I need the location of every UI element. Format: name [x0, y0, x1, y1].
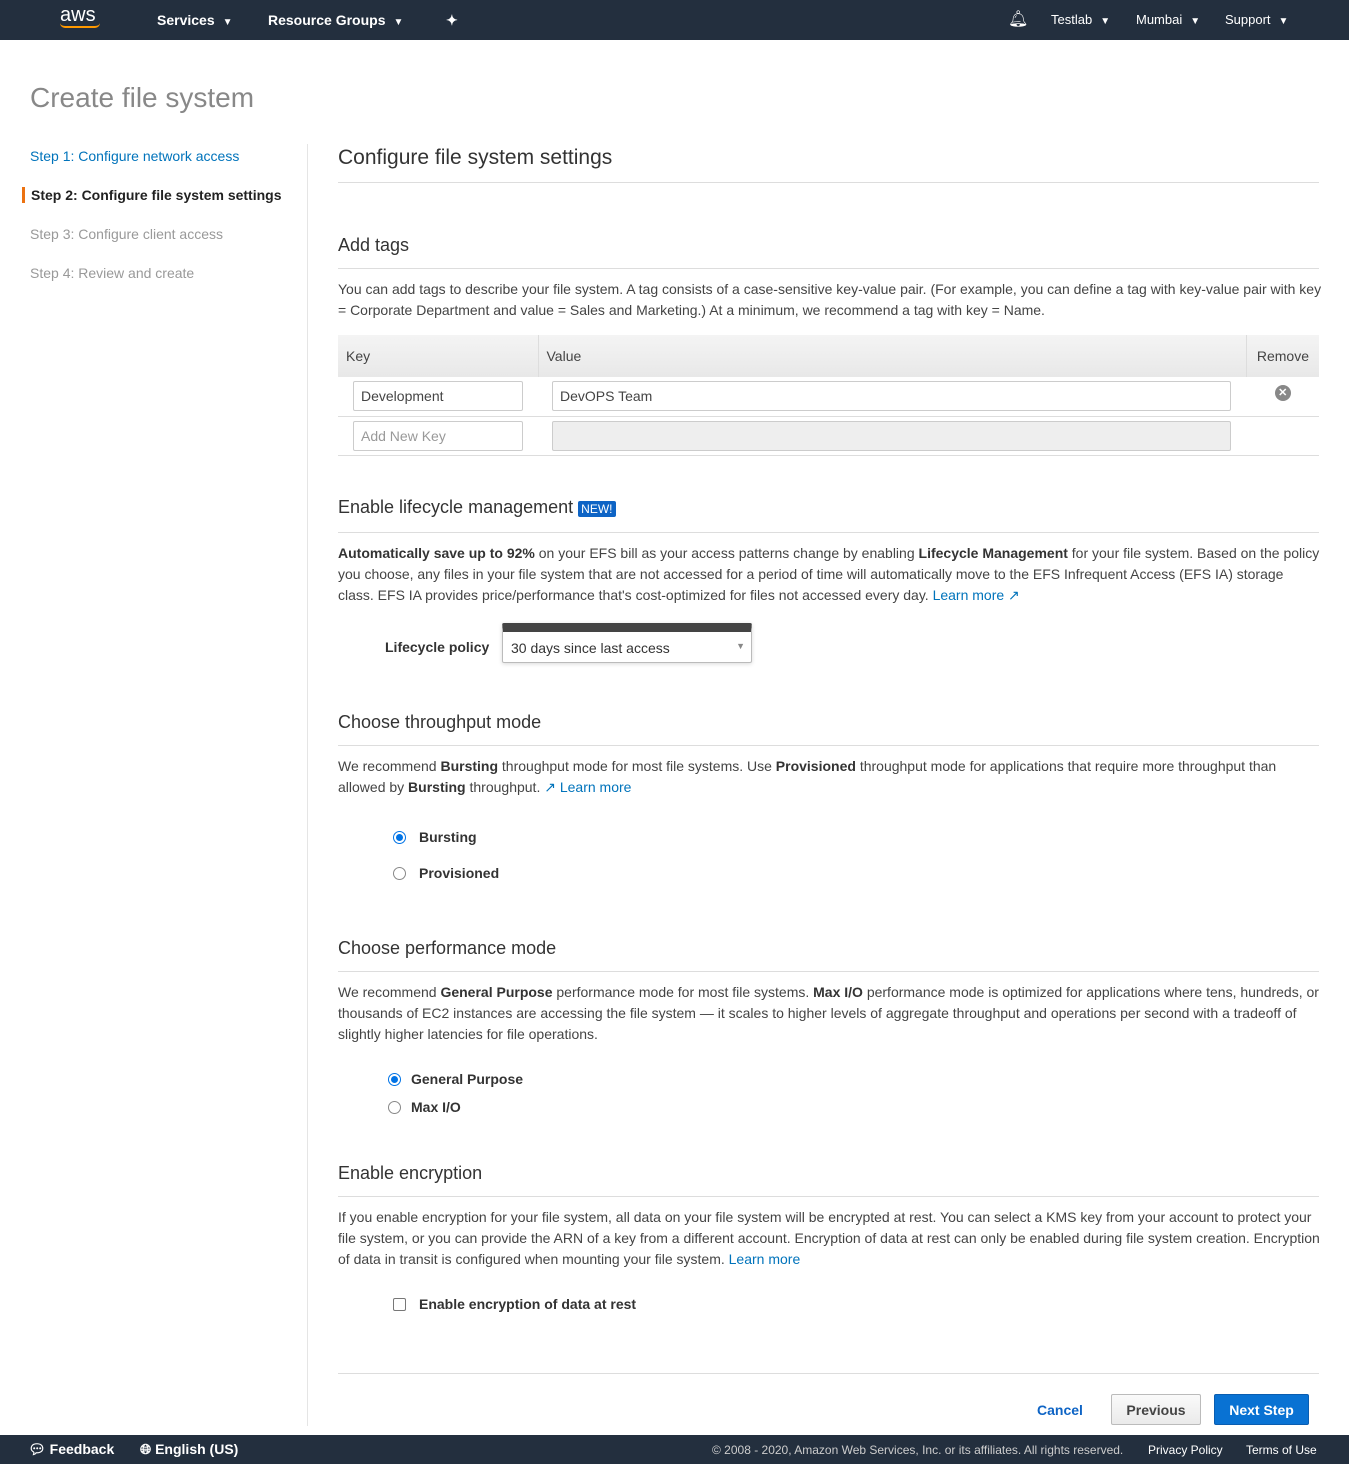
key-header: Key: [338, 335, 539, 377]
lifecycle-policy-select[interactable]: 30 days since last access ▼: [502, 623, 752, 663]
new-value-input-disabled: [552, 420, 1232, 451]
performance-title: Choose performance mode: [338, 938, 557, 958]
learn-more-link[interactable]: Learn more: [729, 1251, 801, 1267]
cancel-button[interactable]: Cancel: [1030, 1394, 1090, 1425]
aws-logo-text: aws: [60, 4, 96, 26]
tags-description: You can add tags to describe your file s…: [338, 281, 1322, 318]
divider: [338, 745, 1319, 746]
step-2-active: Step 2: Configure file system settings: [22, 187, 282, 203]
lifecycle-policy-value: 30 days since last access: [511, 640, 670, 656]
dropdown-arrow-icon: ▼: [736, 641, 745, 651]
throughput-description: We recommend Bursting throughput mode fo…: [338, 758, 1277, 795]
encryption-description: If you enable encryption for your file s…: [338, 1209, 1320, 1267]
pin-icon[interactable]: ✦: [446, 12, 458, 29]
max-io-radio[interactable]: Max I/O: [388, 1099, 461, 1115]
chevron-down-icon: ▼: [393, 17, 404, 28]
account-menu[interactable]: Testlab ▼: [1051, 12, 1110, 27]
support-label: Support: [1225, 12, 1271, 27]
divider: [338, 182, 1319, 183]
chevron-down-icon: ▼: [1100, 16, 1111, 27]
new-badge: NEW!: [578, 501, 616, 517]
encryption-checkbox[interactable]: Enable encryption of data at rest: [393, 1296, 636, 1312]
feedback-button[interactable]: 💬︎ Feedback: [28, 1441, 114, 1458]
step-4: Step 4: Review and create: [30, 265, 195, 281]
next-step-button[interactable]: Next Step: [1214, 1394, 1309, 1425]
learn-more-link[interactable]: Learn more: [560, 779, 632, 795]
divider: [338, 971, 1319, 972]
checkbox-label: Enable encryption of data at rest: [419, 1296, 637, 1312]
external-link-icon: ↗: [1004, 587, 1020, 603]
chevron-down-icon: ▼: [1190, 16, 1201, 27]
new-key-input[interactable]: Add New Key: [353, 420, 523, 451]
lifecycle-policy-label: Lifecycle policy: [385, 639, 490, 655]
radio-label: Bursting: [419, 829, 477, 845]
region-label: Mumbai: [1136, 12, 1183, 27]
services-label: Services: [157, 12, 215, 28]
performance-description: We recommend General Purpose performance…: [338, 984, 1319, 1042]
account-label: Testlab: [1051, 12, 1093, 27]
radio-label: Provisioned: [419, 865, 500, 881]
chevron-down-icon: ▼: [222, 17, 233, 28]
tags-table: Key Value Remove Development DevOPS Team ✕ A…: [338, 335, 1319, 456]
globe-icon: 🌐︎: [140, 1441, 152, 1457]
external-link-icon: ↗: [544, 779, 560, 795]
remove-tag-icon[interactable]: ✕: [1274, 385, 1291, 401]
radio-unselected[interactable]: [388, 1100, 401, 1114]
privacy-policy-link[interactable]: Privacy Policy: [1148, 1443, 1223, 1457]
footer: 💬︎ Feedback 🌐︎ English (US) © 2008 - 202…: [0, 1435, 1349, 1464]
radio-unselected[interactable]: [393, 866, 406, 880]
checkbox[interactable]: [393, 1297, 406, 1311]
step-3: Step 3: Configure client access: [30, 226, 223, 242]
bold-text: Automatically save up to 92%: [338, 545, 535, 561]
general-purpose-radio[interactable]: General Purpose: [388, 1071, 523, 1087]
radio-selected[interactable]: [393, 830, 406, 844]
language-selector[interactable]: 🌐︎ English (US): [140, 1441, 238, 1458]
remove-header: Remove: [1246, 335, 1319, 377]
table-row: Add New Key: [338, 416, 1319, 456]
lifecycle-title-text: Enable lifecycle management: [338, 497, 574, 517]
lifecycle-description: Automatically save up to 92% on your EFS…: [338, 543, 1323, 606]
radio-label: Max I/O: [411, 1099, 461, 1115]
resource-groups-menu[interactable]: Resource Groups ▼: [268, 12, 403, 28]
learn-more-link[interactable]: Learn more: [933, 587, 1005, 603]
speech-bubble-icon: 💬︎: [28, 1441, 46, 1457]
radio-label: General Purpose: [411, 1071, 524, 1087]
tags-title: Add tags: [338, 235, 410, 255]
radio-selected[interactable]: [388, 1072, 401, 1086]
resource-groups-label: Resource Groups: [268, 12, 386, 28]
previous-button[interactable]: Previous: [1111, 1394, 1201, 1425]
encryption-title: Enable encryption: [338, 1163, 483, 1183]
section-title: Configure file system settings: [338, 146, 613, 169]
divider: [338, 532, 1319, 533]
language-label: English (US): [155, 1441, 239, 1457]
chevron-down-icon: ▼: [1278, 16, 1289, 27]
divider: [338, 268, 1319, 269]
support-menu[interactable]: Support ▼: [1225, 12, 1288, 27]
lifecycle-title: Enable lifecycle management NEW!: [338, 497, 616, 518]
step-1-link[interactable]: Step 1: Configure network access: [30, 148, 239, 164]
aws-logo[interactable]: aws: [60, 4, 100, 28]
divider: [338, 1196, 1319, 1197]
region-menu[interactable]: Mumbai ▼: [1136, 12, 1200, 27]
terms-of-use-link[interactable]: Terms of Use: [1246, 1443, 1317, 1457]
value-header: Value: [538, 335, 1247, 377]
bold-text: Lifecycle Management: [918, 545, 1068, 561]
top-navigation: aws Services ▼ Resource Groups ▼ ✦ 🔔︎ Test…: [0, 0, 1349, 40]
copyright: © 2008 - 2020, Amazon Web Services, Inc.…: [712, 1443, 1124, 1457]
feedback-label: Feedback: [49, 1441, 115, 1457]
page-title: Create file system: [30, 82, 255, 113]
tag-key-input[interactable]: Development: [353, 381, 523, 412]
throughput-title: Choose throughput mode: [338, 712, 542, 732]
bell-icon[interactable]: 🔔︎: [1008, 9, 1028, 29]
tag-value-input[interactable]: DevOPS Team: [552, 381, 1232, 412]
text: on your EFS bill as your access patterns…: [534, 545, 919, 561]
provisioned-radio[interactable]: Provisioned: [393, 865, 499, 881]
sidebar-divider: [307, 144, 308, 1426]
bursting-radio[interactable]: Bursting: [393, 829, 477, 845]
table-row: Development DevOPS Team ✕: [338, 377, 1319, 417]
services-menu[interactable]: Services ▼: [157, 12, 233, 28]
divider: [338, 1373, 1319, 1374]
